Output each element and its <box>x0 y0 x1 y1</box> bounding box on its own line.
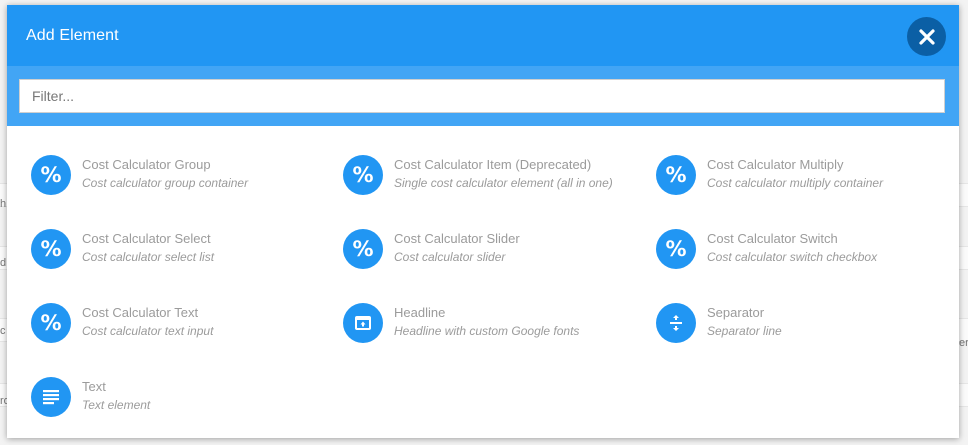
background-text-fragment: er <box>959 337 968 349</box>
close-button[interactable] <box>907 17 946 56</box>
element-cost-calculator-text[interactable]: % Cost Calculator Text Cost calculator t… <box>31 299 331 349</box>
element-name: Text <box>82 379 106 394</box>
element-description: Text element <box>82 398 151 412</box>
element-description: Cost calculator group container <box>82 176 249 190</box>
separator-icon <box>656 303 696 343</box>
element-name: Cost Calculator Text <box>82 305 199 320</box>
percent-icon: % <box>31 155 71 195</box>
element-name: Cost Calculator Slider <box>394 231 520 246</box>
filter-bar <box>7 66 959 126</box>
element-description: Cost calculator multiply container <box>707 176 884 190</box>
headline-icon <box>343 303 383 343</box>
close-icon <box>918 28 935 45</box>
element-name: Cost Calculator Multiply <box>707 157 844 172</box>
modal-header: Add Element <box>7 5 959 66</box>
modal-title: Add Element <box>26 27 119 44</box>
percent-icon: % <box>656 229 696 269</box>
element-name: Separator <box>707 305 765 320</box>
element-description: Cost calculator select list <box>82 250 215 264</box>
background-text-fragment: d <box>0 257 7 269</box>
element-name: Cost Calculator Select <box>82 231 211 246</box>
element-description: Headline with custom Google fonts <box>394 324 580 338</box>
element-cost-calculator-group[interactable]: % Cost Calculator Group Cost calculator … <box>31 151 331 201</box>
element-cost-calculator-switch[interactable]: % Cost Calculator Switch Cost calculator… <box>656 225 956 275</box>
element-cost-calculator-item[interactable]: % Cost Calculator Item (Deprecated) Sing… <box>343 151 643 201</box>
element-name: Headline <box>394 305 446 320</box>
element-cost-calculator-multiply[interactable]: % Cost Calculator Multiply Cost calculat… <box>656 151 956 201</box>
percent-icon: % <box>656 155 696 195</box>
percent-icon: % <box>31 303 71 343</box>
filter-input[interactable] <box>19 79 945 113</box>
element-description: Cost calculator switch checkbox <box>707 250 878 264</box>
background-text-fragment: h <box>0 198 7 210</box>
element-grid: % Cost Calculator Group Cost calculator … <box>7 126 959 438</box>
element-name: Cost Calculator Switch <box>707 231 838 246</box>
element-separator[interactable]: Separator Separator line <box>656 299 956 349</box>
percent-icon: % <box>343 155 383 195</box>
element-cost-calculator-slider[interactable]: % Cost Calculator Slider Cost calculator… <box>343 225 643 275</box>
element-name: Cost Calculator Item (Deprecated) <box>394 157 592 172</box>
text-lines-icon <box>31 377 71 417</box>
element-name: Cost Calculator Group <box>82 157 211 172</box>
element-description: Separator line <box>707 324 782 338</box>
percent-icon: % <box>31 229 71 269</box>
element-description: Cost calculator text input <box>82 324 214 338</box>
element-description: Single cost calculator element (all in o… <box>394 176 613 190</box>
add-element-modal: Add Element % Cost Calculator Group Cost… <box>7 5 959 438</box>
element-cost-calculator-select[interactable]: % Cost Calculator Select Cost calculator… <box>31 225 331 275</box>
element-headline[interactable]: Headline Headline with custom Google fon… <box>343 299 643 349</box>
background-text-fragment: c <box>0 325 6 337</box>
element-text[interactable]: Text Text element <box>31 373 331 423</box>
percent-icon: % <box>343 229 383 269</box>
element-description: Cost calculator slider <box>394 250 506 264</box>
